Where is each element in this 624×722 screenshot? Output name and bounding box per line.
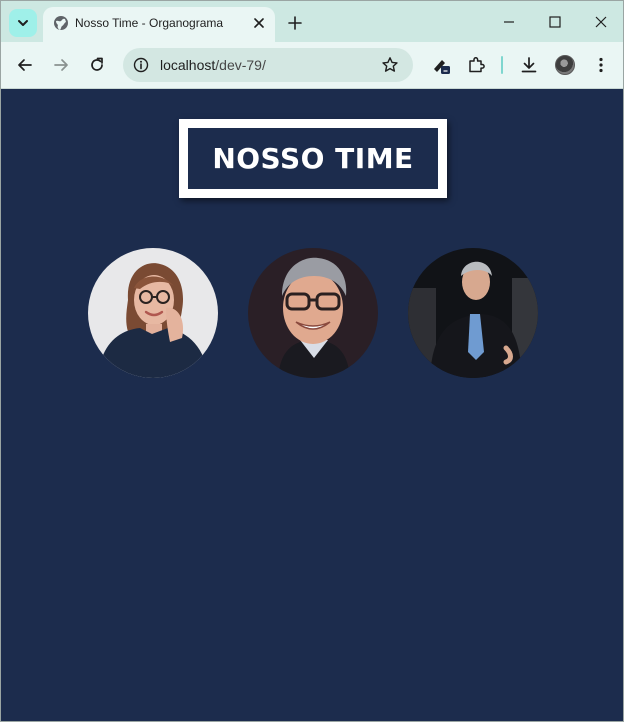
download-icon[interactable] xyxy=(519,55,539,75)
close-icon[interactable] xyxy=(251,15,267,31)
url-host: localhost xyxy=(160,57,216,73)
browser-window: Nosso Time - Organograma localhost/dev-7… xyxy=(0,0,624,722)
member-photo-3[interactable] xyxy=(408,248,538,378)
kebab-menu-icon[interactable] xyxy=(591,55,611,75)
arrow-right-icon[interactable] xyxy=(51,55,71,75)
pen-icon[interactable] xyxy=(431,55,451,75)
woman-glasses-portrait xyxy=(88,248,218,378)
man-suit-portrait xyxy=(408,248,538,378)
star-icon[interactable] xyxy=(381,56,399,74)
address-bar[interactable]: localhost/dev-79/ xyxy=(123,48,413,82)
window-close-icon[interactable] xyxy=(591,13,611,31)
puzzle-icon[interactable] xyxy=(466,55,486,75)
page-title: NOSSO TIME xyxy=(179,119,447,198)
plus-icon[interactable] xyxy=(285,13,305,33)
tab-search-button[interactable] xyxy=(9,9,37,37)
member-photo-2[interactable] xyxy=(248,248,378,378)
minimize-icon[interactable] xyxy=(499,13,519,31)
page-title-text: NOSSO TIME xyxy=(212,142,414,175)
url-text: localhost/dev-79/ xyxy=(160,57,266,73)
info-icon[interactable] xyxy=(133,57,149,73)
maximize-icon[interactable] xyxy=(545,13,565,31)
tab-title: Nosso Time - Organograma xyxy=(75,16,224,30)
man-glasses-portrait xyxy=(248,248,378,378)
globe-icon xyxy=(54,16,68,30)
tab-active[interactable]: Nosso Time - Organograma xyxy=(43,7,275,42)
page-content: NOSSO TIME xyxy=(1,89,623,721)
chevron-down-icon xyxy=(18,20,28,26)
url-path: /dev-79/ xyxy=(215,57,266,73)
arrow-left-icon[interactable] xyxy=(15,55,35,75)
avatar[interactable] xyxy=(555,55,575,75)
toolbar-separator xyxy=(501,56,503,74)
tab-strip: Nosso Time - Organograma xyxy=(1,1,623,42)
member-photo-1[interactable] xyxy=(88,248,218,378)
reload-icon[interactable] xyxy=(87,55,107,75)
browser-toolbar: localhost/dev-79/ xyxy=(1,42,623,89)
